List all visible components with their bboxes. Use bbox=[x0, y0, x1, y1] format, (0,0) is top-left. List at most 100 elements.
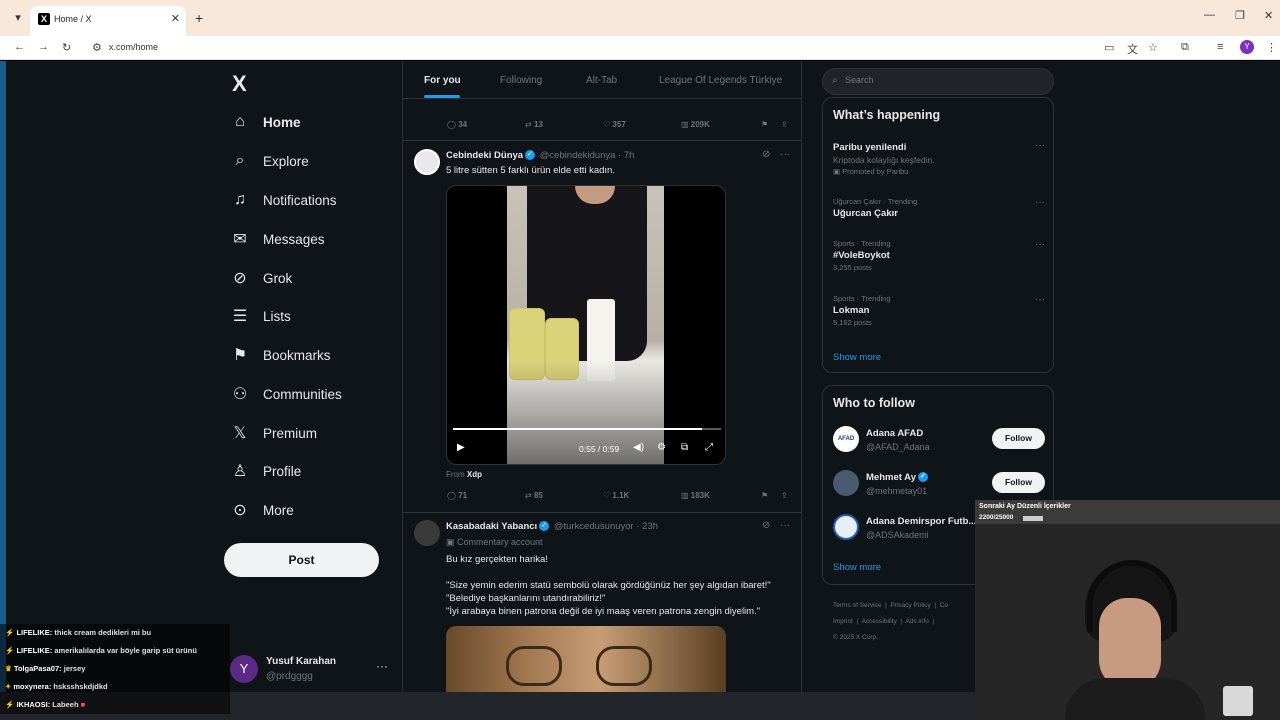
more-circle-icon: ⊙ bbox=[233, 502, 247, 519]
more-icon[interactable]: ··· bbox=[376, 659, 388, 673]
follow-suggestion[interactable]: Mehmet Ay ✓ @mehmetay01 Follow bbox=[833, 470, 1045, 500]
more-icon[interactable]: ··· bbox=[1035, 294, 1045, 305]
footer-link[interactable]: Privacy Policy bbox=[890, 602, 930, 609]
author-handle[interactable]: @turkcedusunuyor bbox=[554, 521, 634, 532]
video-progress-bar[interactable] bbox=[453, 428, 721, 430]
bell-icon: ♫ bbox=[234, 191, 246, 208]
browser-tab[interactable]: X Home / X ✕ bbox=[30, 6, 186, 36]
author-name[interactable]: Kasabadaki Yabancı bbox=[446, 521, 537, 532]
follow-suggestion[interactable]: AFAD Adana AFAD @AFAD_Adana Follow bbox=[833, 426, 1045, 456]
nav-item-premium[interactable]: 𝕏 Premium bbox=[230, 419, 317, 447]
nav-item-home[interactable]: ⌂ Home bbox=[230, 108, 300, 136]
minimize-icon[interactable]: — bbox=[1204, 9, 1215, 21]
browser-profile-avatar[interactable]: Y bbox=[1240, 40, 1254, 54]
volume-icon[interactable]: ◀) bbox=[633, 442, 644, 453]
nav-item-communities[interactable]: ⚇ Communities bbox=[230, 380, 342, 408]
more-icon[interactable]: ··· bbox=[780, 520, 790, 531]
more-icon[interactable]: ··· bbox=[780, 149, 790, 160]
extensions-icon[interactable]: ⧉ bbox=[1181, 41, 1189, 54]
trend-item[interactable]: Paribu yenilendi Kriptoda kolaylığı keşf… bbox=[833, 140, 1045, 176]
reload-icon[interactable]: ↻ bbox=[62, 41, 71, 54]
more-icon[interactable]: ··· bbox=[1035, 140, 1045, 151]
cast-icon[interactable]: ▭ bbox=[1104, 41, 1114, 54]
pip-icon[interactable]: ⧉ bbox=[681, 442, 688, 453]
trend-item[interactable]: Uğurcan Çakır · Trending Uğurcan Çakır ·… bbox=[833, 197, 1045, 219]
tweet-image[interactable] bbox=[446, 626, 726, 692]
views-button[interactable]: ▥ 209K bbox=[681, 120, 710, 129]
suggestion-name-text: Mehmet Ay bbox=[866, 472, 916, 483]
footer-link[interactable]: Accessibility bbox=[861, 618, 896, 625]
avatar[interactable] bbox=[414, 520, 440, 546]
from-source[interactable]: Xdp bbox=[467, 470, 482, 479]
trend-item[interactable]: Sports · Trending Lokman 5,162 posts ··· bbox=[833, 294, 1045, 327]
tweet-time[interactable]: · 7h bbox=[618, 150, 634, 161]
nav-item-profile[interactable]: ♙ Profile bbox=[230, 457, 301, 485]
nav-item-explore[interactable]: ⌕ Explore bbox=[230, 147, 309, 175]
promoted-label: ▣ Promoted by Paribu bbox=[833, 167, 909, 176]
nav-item-messages[interactable]: ✉ Messages bbox=[230, 225, 324, 253]
search-input[interactable] bbox=[845, 75, 1045, 85]
grok-icon[interactable]: ⊘ bbox=[762, 520, 770, 531]
back-icon[interactable]: ← bbox=[14, 41, 25, 53]
footer-link[interactable]: Imprint bbox=[833, 618, 853, 625]
tab-search-icon[interactable]: ▾ bbox=[10, 11, 26, 25]
sidebar-footer: Terms of Service | Privacy Policy | Co I… bbox=[833, 602, 949, 641]
like-button[interactable]: ♡ 1.1K bbox=[603, 491, 629, 500]
reading-list-icon[interactable]: ≡ bbox=[1217, 41, 1223, 53]
repost-button[interactable]: ⇄ 85 bbox=[525, 491, 543, 500]
settings-icon[interactable]: ⚙ bbox=[657, 442, 666, 453]
nav-item-bookmarks[interactable]: ⚑ Bookmarks bbox=[230, 341, 331, 369]
post-button[interactable]: Post bbox=[224, 543, 379, 577]
footer-link[interactable]: Terms of Service bbox=[833, 602, 881, 609]
new-tab-icon[interactable]: + bbox=[195, 10, 203, 26]
site-info-icon[interactable]: ⚙ bbox=[92, 41, 102, 54]
share-icon[interactable]: ⇪ bbox=[781, 491, 788, 500]
reply-button[interactable]: ◯ 34 bbox=[447, 120, 467, 129]
like-button[interactable]: ♡ 357 bbox=[603, 120, 626, 129]
fullscreen-icon[interactable]: ⤢ bbox=[705, 442, 713, 453]
tab-league-of-legends[interactable]: League Of Legends Türkiye bbox=[659, 75, 782, 86]
star-icon[interactable]: ☆ bbox=[1148, 41, 1158, 54]
restore-icon[interactable]: ❐ bbox=[1235, 9, 1245, 22]
close-window-icon[interactable]: ✕ bbox=[1264, 9, 1273, 22]
video-player[interactable]: ▶ 0:55 / 0:59 ◀) ⚙ ⧉ ⤢ bbox=[446, 185, 726, 465]
footer-link[interactable]: Co bbox=[940, 602, 948, 609]
tweet-time[interactable]: · 23h bbox=[636, 521, 658, 532]
forward-icon[interactable]: → bbox=[38, 41, 49, 53]
browser-menu-icon[interactable]: ⋮ bbox=[1266, 41, 1277, 54]
chat-text: jersey bbox=[63, 664, 86, 673]
address-bar[interactable]: x.com/home bbox=[109, 42, 158, 52]
reply-button[interactable]: ◯ 71 bbox=[447, 491, 467, 500]
nav-item-label: More bbox=[263, 502, 294, 518]
follow-button[interactable]: Follow bbox=[992, 472, 1045, 493]
play-icon[interactable]: ▶ bbox=[457, 442, 465, 453]
grok-icon[interactable]: ⊘ bbox=[762, 149, 770, 160]
follow-button[interactable]: Follow bbox=[992, 428, 1045, 449]
views-button[interactable]: ▥ 183K bbox=[681, 491, 710, 500]
share-icon[interactable]: ⇪ bbox=[781, 120, 788, 129]
trend-item[interactable]: Sports · Trending #VoleBoykot 3,255 post… bbox=[833, 239, 1045, 272]
tab-following[interactable]: Following bbox=[500, 75, 542, 86]
bookmark-icon[interactable]: ⚑ bbox=[761, 491, 768, 500]
search-box[interactable]: ⌕ bbox=[822, 68, 1054, 95]
tab-for-you[interactable]: For you bbox=[424, 75, 461, 86]
author-handle[interactable]: @cebindekidunya bbox=[540, 150, 616, 161]
show-more-link[interactable]: Show more bbox=[833, 562, 881, 573]
repost-button[interactable]: ⇄ 13 bbox=[525, 120, 543, 129]
more-icon[interactable]: ··· bbox=[1035, 239, 1045, 250]
nav-item-grok[interactable]: ⊘ Grok bbox=[230, 264, 292, 292]
bookmark-icon[interactable]: ⚑ bbox=[761, 120, 768, 129]
nav-item-more[interactable]: ⊙ More bbox=[230, 496, 294, 524]
footer-link[interactable]: Ads info bbox=[905, 618, 929, 625]
nav-item-lists[interactable]: ☰ Lists bbox=[230, 302, 291, 330]
more-icon[interactable]: ··· bbox=[1035, 197, 1045, 208]
translate-icon[interactable]: 文 bbox=[1127, 41, 1138, 57]
close-tab-icon[interactable]: ✕ bbox=[171, 12, 180, 25]
x-logo-icon[interactable]: X bbox=[232, 71, 247, 97]
avatar[interactable] bbox=[414, 149, 440, 175]
tab-alt-tab[interactable]: Alt-Tab bbox=[586, 75, 617, 86]
show-more-link[interactable]: Show more bbox=[833, 352, 881, 363]
author-name[interactable]: Cebindeki Dünya bbox=[446, 150, 523, 161]
account-switcher[interactable]: Y Yusuf Karahan @prdgggg ··· bbox=[230, 651, 390, 691]
nav-item-notifications[interactable]: ♫ Notifications bbox=[230, 186, 337, 214]
